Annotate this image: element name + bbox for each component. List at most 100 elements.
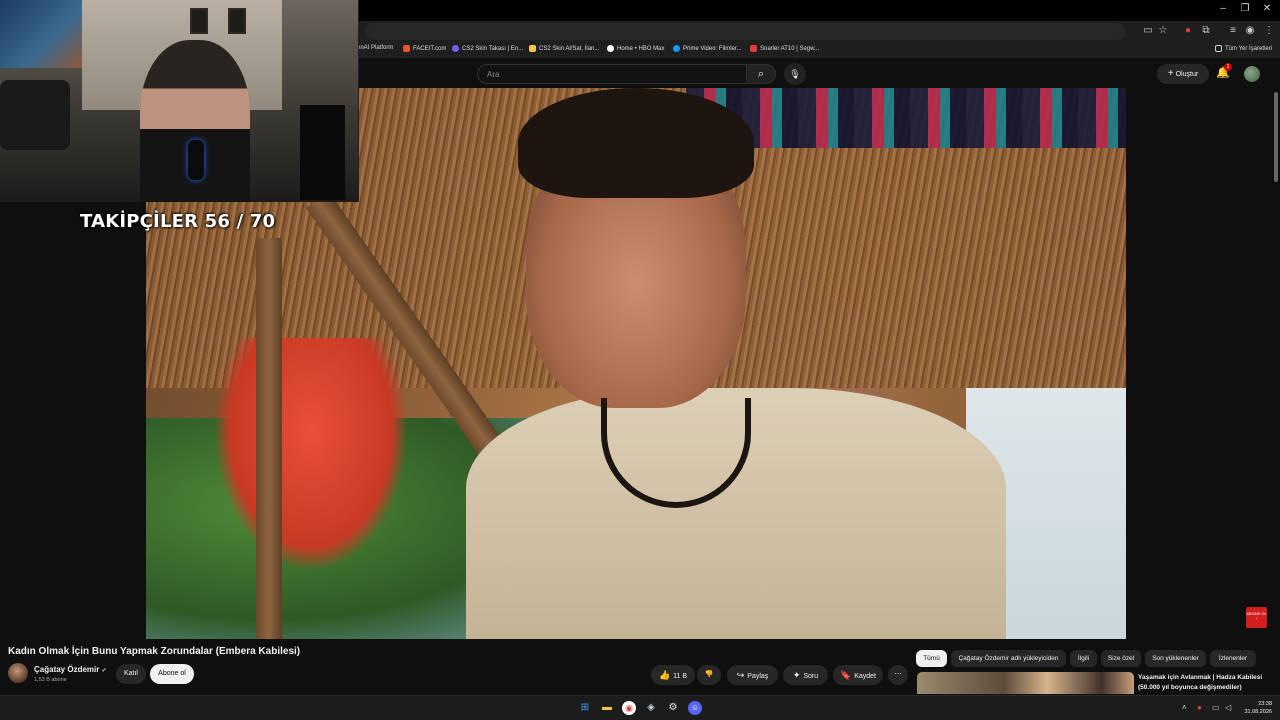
- tray-app-icon[interactable]: ●: [1197, 703, 1202, 712]
- bookmark-item[interactable]: CS2 Skin Takası | En...: [452, 45, 523, 52]
- clock-time: 23:38: [1258, 701, 1272, 707]
- faceit-icon: [403, 45, 410, 52]
- ask-button[interactable]: ✦ Soru: [783, 665, 828, 685]
- video-title: Kadın Olmak İçin Bunu Yapmak Zorundalar …: [8, 646, 301, 657]
- share-button[interactable]: ↪ Paylaş: [727, 665, 778, 685]
- bookmark-label: CS2 Skin Takası | En...: [462, 45, 524, 52]
- chip-watched[interactable]: İzlenenler: [1210, 650, 1256, 667]
- ask-label: Soru: [803, 673, 819, 680]
- folder-icon: [1215, 45, 1222, 52]
- chip-for-you[interactable]: Size özel: [1101, 650, 1141, 667]
- tray-chevron-icon[interactable]: ˄: [1182, 703, 1187, 712]
- related-video-thumbnail[interactable]: [917, 672, 1134, 694]
- subscriber-count: 1,53 B abone: [34, 677, 67, 683]
- scrollbar-thumb[interactable]: [1274, 92, 1278, 182]
- chip-related[interactable]: İlgili: [1070, 650, 1097, 667]
- share-label: Paylaş: [747, 673, 769, 680]
- steam-icon[interactable]: ◈: [644, 701, 658, 715]
- sparkle-icon: ✦: [792, 670, 801, 680]
- subscribe-button[interactable]: Abone ol: [150, 664, 194, 684]
- video-frame-lifejacket: [216, 338, 406, 568]
- account-avatar[interactable]: [1244, 66, 1260, 82]
- file-explorer-icon[interactable]: ▬: [600, 701, 614, 715]
- search-button[interactable]: ⌕: [746, 64, 776, 84]
- more-actions-button[interactable]: ⋯: [888, 665, 908, 685]
- app-icon[interactable]: ⚙: [666, 701, 680, 715]
- thumbs-up-icon: 👍: [658, 670, 671, 680]
- dislike-button[interactable]: 👎: [697, 665, 721, 685]
- channel-name[interactable]: Çağatay Özdemir ✔: [34, 665, 107, 674]
- bookmark-label: CS2 Skin Al/Sat, İlan...: [539, 45, 600, 52]
- bookmark-icon: 🔖: [839, 670, 852, 680]
- webcam-chair: [0, 80, 70, 150]
- bookmark-label: Prime Video: Filmler...: [683, 45, 742, 52]
- webcam-overlay: [0, 0, 359, 202]
- skin-market-icon: [529, 45, 536, 52]
- screen: – ❐ ✕ ▭ ☆ ● ⧉ ≡ ◉ ⋮ enAI Platform FACEIT…: [0, 0, 1280, 720]
- bookmark-label: FACEIT.com: [413, 45, 447, 52]
- search-icon: ⌕: [757, 68, 765, 80]
- join-button[interactable]: Katıl: [116, 664, 146, 684]
- save-button[interactable]: 🔖 Kaydet: [833, 665, 883, 685]
- profile-icon[interactable]: ◉: [1243, 24, 1257, 38]
- windows-start-icon[interactable]: ⊞: [578, 701, 592, 715]
- webcam-microphone: [188, 140, 204, 180]
- skin-site-icon: [452, 45, 459, 52]
- hbo-icon: [607, 45, 614, 52]
- bookmark-item[interactable]: Prime Video: Filmler...: [673, 45, 742, 52]
- voice-search-button[interactable]: 🎙: [784, 63, 806, 85]
- bookmark-label: Snarler AT10 | Segw...: [760, 45, 820, 52]
- webcam-frame: [228, 8, 246, 34]
- chip-all[interactable]: Tümü: [916, 650, 947, 667]
- search-input[interactable]: Ara: [477, 64, 747, 84]
- verified-icon: ✔: [101, 668, 107, 674]
- create-button[interactable]: + Oluştur: [1157, 64, 1209, 84]
- share-icon: ↪: [736, 670, 745, 680]
- channel-avatar[interactable]: [8, 663, 28, 683]
- windows-taskbar: ⊞ ▬ ◉ ◈ ⚙ ☺ ˄ ● ▭ ◁ 23:38 31.08.2026: [0, 695, 1280, 720]
- thumbs-down-icon: 👎: [704, 671, 714, 678]
- all-bookmarks-item[interactable]: Tüm Yer İşaretleri: [1215, 45, 1272, 52]
- search-placeholder: Ara: [487, 70, 500, 79]
- minimize-icon[interactable]: –: [1212, 3, 1234, 14]
- chrome-icon[interactable]: ◉: [622, 701, 636, 715]
- video-frame-hair: [518, 88, 754, 198]
- segway-icon: [750, 45, 757, 52]
- create-label: Oluştur: [1175, 71, 1199, 78]
- related-video-title[interactable]: Yaşamak için Avlanmak | Hadza Kabilesi (…: [1138, 673, 1273, 693]
- microphone-icon: 🎙: [789, 69, 801, 79]
- prime-video-icon: [673, 45, 680, 52]
- network-icon[interactable]: ▭: [1212, 703, 1220, 712]
- plus-icon: +: [1167, 68, 1174, 79]
- bookmark-item[interactable]: FACEIT.com: [403, 45, 446, 52]
- notification-count-badge: 1: [1224, 63, 1232, 71]
- volume-icon[interactable]: ◁: [1225, 703, 1231, 712]
- address-bar[interactable]: [365, 23, 1125, 40]
- bookmark-label: enAI Platform: [357, 45, 394, 51]
- followers-goal: TAKİPÇİLER 56 / 70: [80, 211, 276, 232]
- more-icon: ⋯: [894, 671, 902, 678]
- bookmark-label: Home • HBO Max: [617, 45, 665, 52]
- reading-list-icon[interactable]: ≡: [1226, 24, 1240, 38]
- extension-icon[interactable]: ●: [1181, 24, 1195, 38]
- menu-icon[interactable]: ⋮: [1262, 24, 1276, 38]
- system-clock[interactable]: 23:38 31.08.2026: [1240, 700, 1272, 716]
- close-icon[interactable]: ✕: [1256, 3, 1278, 14]
- webcam-frame: [190, 8, 208, 34]
- maximize-icon[interactable]: ❐: [1234, 3, 1256, 14]
- bookmark-label: Tüm Yer İşaretleri: [1225, 45, 1273, 52]
- bookmark-item[interactable]: CS2 Skin Al/Sat, İlan...: [529, 45, 599, 52]
- extensions-puzzle-icon[interactable]: ⧉: [1199, 24, 1213, 38]
- bookmark-item[interactable]: enAI Platform: [357, 45, 393, 51]
- like-button[interactable]: 👍 11 B: [651, 665, 695, 685]
- bookmark-item[interactable]: Snarler AT10 | Segw...: [750, 45, 819, 52]
- bookmark-item[interactable]: Home • HBO Max: [607, 45, 664, 52]
- chip-recent-uploads[interactable]: Son yüklenenler: [1145, 650, 1206, 667]
- discord-icon[interactable]: ☺: [688, 701, 702, 715]
- like-count: 11 B: [673, 673, 688, 680]
- save-label: Kaydet: [854, 673, 876, 680]
- chip-from-uploader[interactable]: Çağatay Özdemir adlı yükleyiciden: [951, 650, 1066, 667]
- webcam-monitor: [300, 105, 345, 200]
- install-icon[interactable]: ▭: [1141, 24, 1155, 38]
- bookmark-star-icon[interactable]: ☆: [1156, 24, 1170, 38]
